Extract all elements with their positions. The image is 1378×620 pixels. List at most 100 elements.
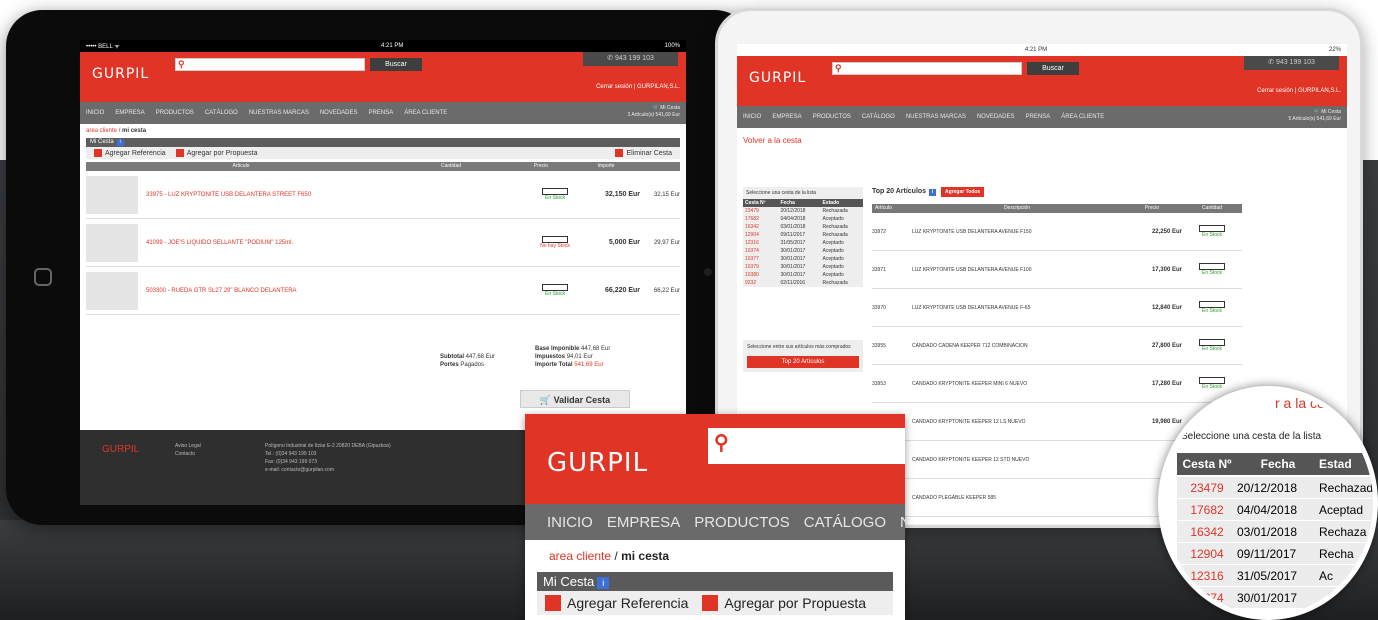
logo[interactable]: GURPIL xyxy=(92,66,149,82)
search-button[interactable]: Buscar xyxy=(370,58,422,71)
zoom-actions: Agregar Referencia Agregar por Propuesta xyxy=(537,591,893,615)
col-precio: Precio xyxy=(533,163,549,169)
section-title: Mi Cesta i xyxy=(537,572,893,591)
breadcrumb-link[interactable]: area cliente xyxy=(549,549,611,563)
footer-link-legal[interactable]: Aviso Legal xyxy=(175,442,201,450)
nav-item-marcas[interactable]: NUESTRAS MARCAS xyxy=(249,110,309,116)
table-row[interactable]: 12316 31/05/2017 Aceptado xyxy=(743,239,863,247)
quantity-stepper[interactable]: En Stock xyxy=(1182,225,1242,238)
add-proposal-button[interactable]: Agregar por Propuesta xyxy=(175,149,258,157)
product-name[interactable]: 33975 - LUZ KRYPTONITE USB DELANTERA STR… xyxy=(146,192,520,198)
col-articulo: Artículo xyxy=(232,163,250,169)
table-row[interactable]: 23479 20/12/2018 Rechazad xyxy=(1177,477,1373,499)
nav-item-novedades[interactable]: NOVEDADES xyxy=(320,110,358,116)
home-button xyxy=(34,268,52,286)
product-name[interactable]: 41099 - JOE'S LIQUIDO SELLANTE "PODIUM" … xyxy=(146,240,520,246)
nav-item-prensa[interactable]: PRENSA xyxy=(1026,114,1051,120)
empty-cart-button[interactable]: Eliminar Cesta xyxy=(615,149,672,157)
nav-item-productos[interactable]: PRODUCTOS xyxy=(813,114,851,120)
footer-links: Aviso Legal Contacto xyxy=(175,442,201,458)
nav-item-catalogo[interactable]: CATÁLOGO xyxy=(862,114,895,120)
validate-cart-button[interactable]: 🛒 Validar Cesta xyxy=(520,390,630,408)
session-link[interactable]: Cerrar sesión | GURPILAN,S.L. xyxy=(1257,88,1341,94)
table-row[interactable]: 16342 03/01/2018 Rechaza xyxy=(1177,521,1373,543)
table-row[interactable]: 12904 09/11/2017 Rechazada xyxy=(743,231,863,239)
nav-item-inicio[interactable]: INICIO xyxy=(743,114,761,120)
nav-item-productos[interactable]: PRODUCTOS xyxy=(694,514,790,531)
table-row[interactable]: 10374 30/01/2017 Aceptado xyxy=(743,247,863,255)
breadcrumb-link[interactable]: area cliente xyxy=(86,128,117,134)
breadcrumb-current: mi cesta xyxy=(122,128,147,134)
quantity-stepper[interactable]: En Stock xyxy=(1182,377,1242,390)
basket-list: Seleccione una cesta de la lista Cesta N… xyxy=(743,187,863,287)
quantity-stepper[interactable]: En Stock xyxy=(520,284,590,297)
quantity-stepper[interactable]: En Stock xyxy=(1182,339,1242,352)
nav-item-productos[interactable]: PRODUCTOS xyxy=(156,110,194,116)
table-row[interactable]: 9232 02/11/2016 Rechazada xyxy=(743,279,863,287)
cart-icon: 🛒 Mi Cesta xyxy=(1313,109,1341,115)
table-row[interactable]: 12316 31/05/2017 Ac xyxy=(1177,565,1373,587)
search-icon: ⚲ xyxy=(835,63,842,73)
quantity-stepper[interactable]: En Stock xyxy=(520,188,590,201)
product-image xyxy=(86,223,138,262)
table-row: 33955 CANDADO CADENA KEEPER 712 COMBINACI… xyxy=(872,327,1242,365)
zoom-search-input[interactable]: ⚲ xyxy=(708,428,905,464)
nav-item-area-cliente[interactable]: ÁREA CLIENTE xyxy=(404,110,447,116)
nav-item-empresa[interactable]: EMPRESA xyxy=(607,514,680,531)
nav-item-catalogo[interactable]: CATÁLOGO xyxy=(205,110,238,116)
table-row[interactable]: 16342 03/01/2018 Rechazada xyxy=(743,223,863,231)
cart-summary: 3 Artículo(s) 541,69 Eur xyxy=(627,112,680,118)
add-reference-button[interactable]: Agregar Referencia xyxy=(545,595,688,611)
zoom-header: GURPIL ⚲ xyxy=(525,414,905,504)
logo[interactable]: GURPIL xyxy=(749,70,806,86)
nav-item-empresa[interactable]: EMPRESA xyxy=(115,110,144,116)
search-input[interactable]: ⚲ xyxy=(832,62,1022,75)
table-row[interactable]: 10379 30/01/2017 Aceptado xyxy=(743,263,863,271)
top-articles-button[interactable]: Top 20 Artículos xyxy=(747,356,859,368)
search-button[interactable]: Buscar xyxy=(1027,62,1079,75)
site-header: GURPIL ⚲ Buscar ✆ 943 199 103 Cerrar ses… xyxy=(80,52,686,102)
table-row[interactable]: 10377 30/01/2017 Aceptado xyxy=(743,255,863,263)
carrier: ••••• BELL ᯤ xyxy=(86,44,120,50)
status-bar: ••••• BELL ᯤ 4:21 PM 100% xyxy=(80,40,686,52)
zoom-logo[interactable]: GURPIL xyxy=(547,448,648,478)
nav-item-novedades[interactable]: NOVEDADES xyxy=(977,114,1015,120)
table-row[interactable]: 17682 04/04/2018 Aceptad xyxy=(1177,499,1373,521)
search-input[interactable]: ⚲ xyxy=(175,58,365,71)
add-all-button[interactable]: Agregar Todos xyxy=(941,187,985,197)
nav-item-nuestras[interactable]: NU xyxy=(900,514,905,531)
line-total: 29,97 Eur xyxy=(653,239,680,246)
nav-item-marcas[interactable]: NUESTRAS MARCAS xyxy=(906,114,966,120)
magnifier-title[interactable]: r a la cesta xyxy=(1275,395,1343,411)
product-name[interactable]: 503300 - RUEDA GTR SL27 29" BLANCO DELAN… xyxy=(146,288,520,294)
mini-cart[interactable]: 🛒 Mi Cesta 3 Artículo(s) 541,69 Eur xyxy=(627,105,680,119)
nav-item-empresa[interactable]: EMPRESA xyxy=(772,114,801,120)
table-row[interactable]: 17682 04/04/2018 Aceptado xyxy=(743,215,863,223)
nav-item-inicio[interactable]: INICIO xyxy=(86,110,104,116)
back-to-cart-link[interactable]: Volver a la cesta xyxy=(737,128,1347,151)
line-total: 32,15 Eur xyxy=(653,191,680,198)
add-reference-button[interactable]: Agregar Referencia xyxy=(94,149,166,157)
add-proposal-button[interactable]: Agregar por Propuesta xyxy=(702,595,866,611)
session-link[interactable]: Cerrar sesión | GURPILAN,S.L. xyxy=(596,84,680,90)
quantity-stepper[interactable]: No hay Stock xyxy=(520,236,590,249)
nav-item-catalogo[interactable]: CATÁLOGO xyxy=(804,514,886,531)
nav-item-inicio[interactable]: INICIO xyxy=(547,514,593,531)
quantity-stepper[interactable]: En Stock xyxy=(1182,301,1242,314)
top20-table-header: Artículo Descripción Precio Cantidad xyxy=(872,204,1242,213)
footer-address: Polígono Industrial de Itziar E-2 20820 … xyxy=(265,443,391,473)
footer-link-contact[interactable]: Contacto xyxy=(175,450,201,458)
unit-price: 32,150 Eur xyxy=(604,191,640,198)
table-row[interactable]: 10374 30/01/2017 xyxy=(1177,587,1373,609)
nav-item-area-cliente[interactable]: ÁREA CLIENTE xyxy=(1061,114,1104,120)
info-icon[interactable]: i xyxy=(929,189,937,196)
info-icon[interactable]: i xyxy=(597,577,610,589)
quantity-stepper[interactable]: En Stock xyxy=(1182,263,1242,276)
table-row[interactable]: 10380 30/01/2017 Aceptado xyxy=(743,271,863,279)
info-icon[interactable]: i xyxy=(116,139,124,146)
mini-cart[interactable]: 🛒 Mi Cesta 5 Artículo(s) 541,69 Eur xyxy=(1288,109,1341,123)
table-row[interactable]: 12904 09/11/2017 Recha xyxy=(1177,543,1373,565)
nav-item-prensa[interactable]: PRENSA xyxy=(369,110,394,116)
table-row[interactable]: 23479 20/12/2018 Rechazada xyxy=(743,207,863,215)
zoom-panel: GURPIL ⚲ INICIO EMPRESA PRODUCTOS CATÁLO… xyxy=(525,414,905,620)
